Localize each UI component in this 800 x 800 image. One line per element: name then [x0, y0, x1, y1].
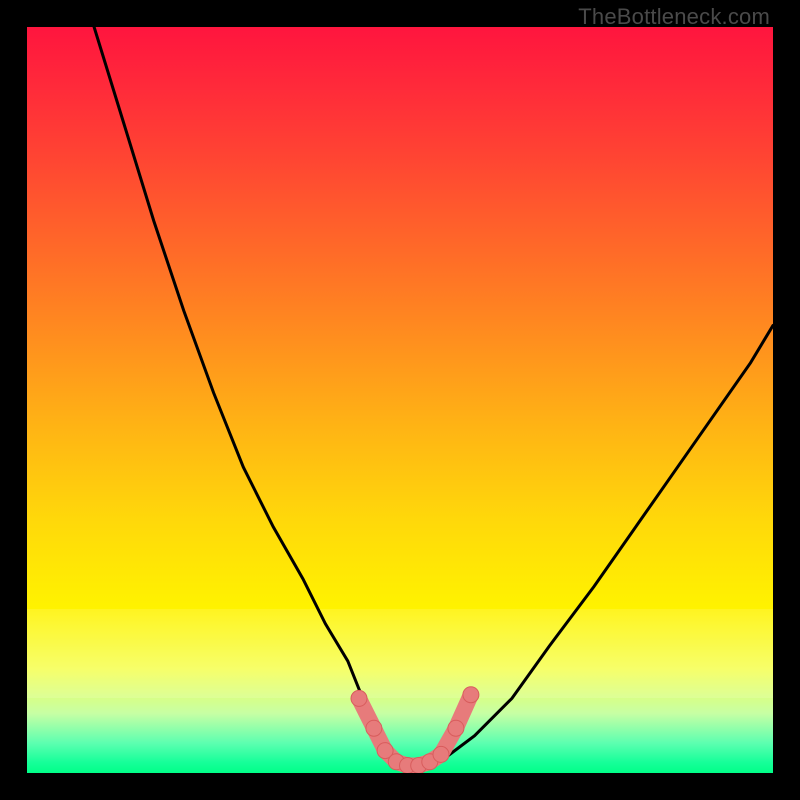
watermark-text: TheBottleneck.com — [578, 4, 770, 30]
data-marker — [433, 746, 449, 762]
curve-group — [94, 27, 773, 766]
data-marker — [463, 687, 479, 703]
data-marker — [366, 720, 382, 736]
data-marker — [448, 720, 464, 736]
bottleneck-curve — [94, 27, 773, 766]
marker-group — [351, 687, 479, 773]
chart-frame: TheBottleneck.com — [0, 0, 800, 800]
bottleneck-curve-svg — [27, 27, 773, 773]
plot-area — [27, 27, 773, 773]
data-marker — [351, 690, 367, 706]
